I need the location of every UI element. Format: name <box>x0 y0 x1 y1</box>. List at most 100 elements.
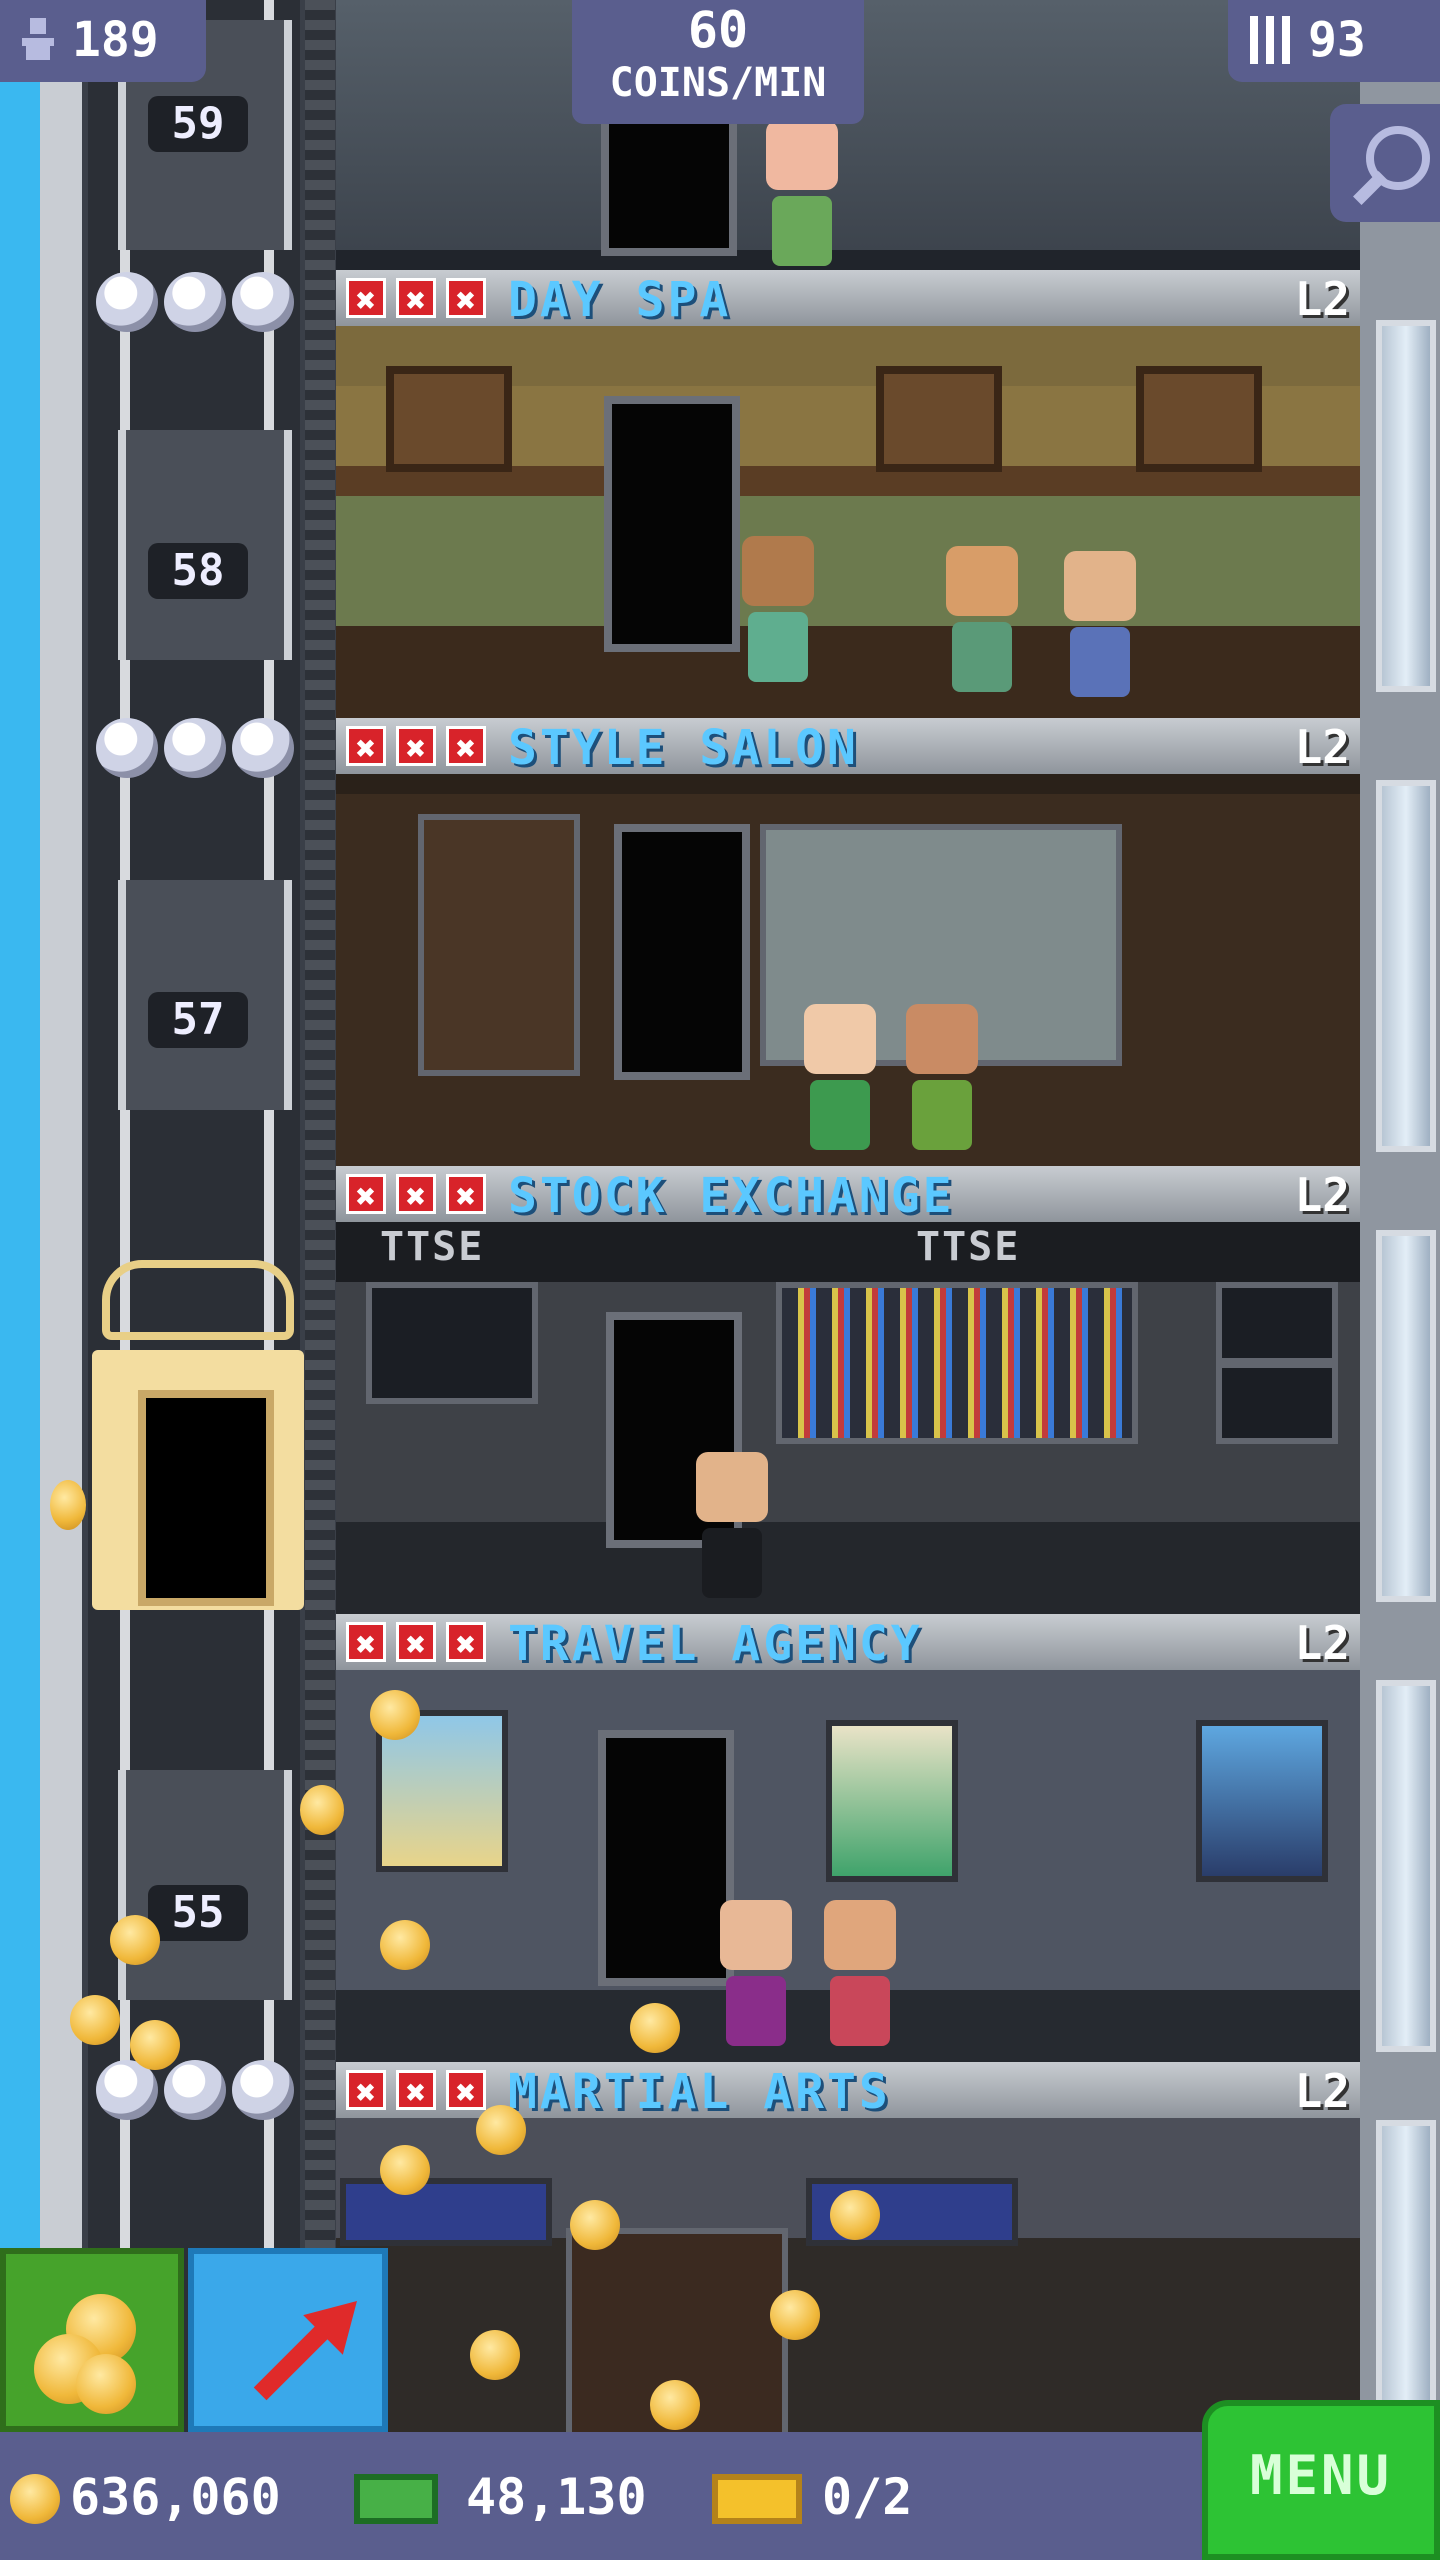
coin-icon <box>650 2380 700 2430</box>
coin-icon <box>130 2020 180 2070</box>
x-mark-icon: ✖ <box>446 2070 486 2113</box>
wall-picture <box>876 366 1002 472</box>
room-day-spa[interactable]: ✖ ✖ ✖ DAY SPA L2 <box>336 270 1360 720</box>
room-travel-agency[interactable]: ✖ ✖ ✖ TRAVEL AGENCY L2 <box>336 1614 1360 2064</box>
room-door <box>604 396 740 652</box>
room-door <box>601 110 737 256</box>
star-icon <box>232 272 294 332</box>
coins-per-min-label: COINS/MIN <box>609 60 827 106</box>
bux-balance: 48,130 <box>466 2468 647 2526</box>
coins-icon <box>76 2354 136 2414</box>
room-name: STYLE SALON <box>508 720 859 776</box>
x-mark-icon: ✖ <box>396 278 436 321</box>
x-mark-icon: ✖ <box>346 1622 386 1665</box>
floor-stars <box>96 2060 306 2120</box>
x-mark-icon: ✖ <box>446 1174 486 1217</box>
coin-icon <box>630 2003 680 2053</box>
ticker-screen <box>1216 1362 1338 1444</box>
star-icon <box>96 272 158 332</box>
bitizen[interactable] <box>696 1452 768 1602</box>
x-mark-icon: ✖ <box>446 278 486 321</box>
floor-stars <box>96 718 306 778</box>
floor-number: 57 <box>148 992 248 1048</box>
elevator-door <box>138 1390 274 1606</box>
star-icon <box>164 718 226 778</box>
x-mark-icon: ✖ <box>396 1174 436 1217</box>
coins-balance: 636,060 <box>70 2468 281 2526</box>
coin-icon <box>476 2105 526 2155</box>
room-interior: TTSE TTSE <box>336 1222 1360 1616</box>
x-mark-icon: ✖ <box>446 1622 486 1665</box>
tower-window <box>1376 320 1436 692</box>
floor-number: 58 <box>148 543 248 599</box>
room-header: ✖ ✖ ✖ STOCK EXCHANGE L2 <box>336 1166 1360 1224</box>
room-name: STOCK EXCHANGE <box>508 1168 955 1224</box>
exchange-sign: TTSE <box>916 1224 1021 1270</box>
bux-icon <box>354 2474 438 2524</box>
shelf <box>418 814 580 1076</box>
raffle-button[interactable] <box>188 2248 388 2432</box>
tower-window <box>1376 780 1436 1152</box>
dojo-banner <box>340 2178 552 2246</box>
room-stock-exchange[interactable]: ✖ ✖ ✖ STOCK EXCHANGE L2 TTSE TTSE <box>336 1166 1360 1616</box>
coin-icon <box>50 1480 86 1530</box>
star-icon <box>164 272 226 332</box>
travel-poster <box>1196 1720 1328 1882</box>
room-header: ✖ ✖ ✖ DAY SPA L2 <box>336 270 1360 328</box>
star-icon <box>96 718 158 778</box>
room-interior <box>336 1670 1360 2064</box>
sky <box>0 0 40 2560</box>
bitizen[interactable] <box>1064 551 1136 701</box>
elevator-car[interactable] <box>92 1260 304 1610</box>
coin-icon <box>10 2474 60 2524</box>
wall-picture <box>1136 366 1262 472</box>
room-level: L2 <box>1294 1616 1350 1670</box>
room-door <box>598 1730 734 1986</box>
bitizen[interactable] <box>766 120 838 270</box>
population-value: 189 <box>72 12 159 68</box>
room-name: DAY SPA <box>508 272 732 328</box>
floor-counter[interactable]: 93 <box>1228 0 1440 82</box>
bitizen[interactable] <box>720 1900 792 2050</box>
collect-coins-button[interactable] <box>0 2248 184 2432</box>
room-style-salon[interactable]: ✖ ✖ ✖ STYLE SALON L2 <box>336 718 1360 1168</box>
x-mark-icon: ✖ <box>396 1622 436 1665</box>
x-mark-icon: ✖ <box>346 278 386 321</box>
tower-window <box>1376 1680 1436 2052</box>
menu-button[interactable]: MENU <box>1202 2400 1440 2560</box>
star-icon <box>232 718 294 778</box>
travel-poster <box>826 1720 958 1882</box>
coin-icon <box>70 1995 120 2045</box>
zoom-button[interactable] <box>1330 104 1440 222</box>
bitizen[interactable] <box>906 1004 978 1154</box>
bitizen[interactable] <box>824 1900 896 2050</box>
bitizen[interactable] <box>804 1004 876 1154</box>
tower-edge <box>40 0 82 2560</box>
coin-icon <box>300 1785 344 1835</box>
ticker-screen <box>1216 1282 1338 1364</box>
x-mark-icon: ✖ <box>446 726 486 769</box>
coin-icon <box>110 1915 160 1965</box>
zoom-icon-handle <box>1353 171 1387 205</box>
room-interior <box>336 326 1360 720</box>
coin-icon <box>830 2190 880 2240</box>
room-level: L2 <box>1294 720 1350 774</box>
ticker-board <box>776 1282 1138 1444</box>
elevator-crown <box>102 1260 294 1340</box>
wall-picture <box>386 366 512 472</box>
population-icon <box>22 18 54 60</box>
bitizen[interactable] <box>742 536 814 686</box>
bitizen[interactable] <box>946 546 1018 696</box>
coin-icon <box>380 1920 430 1970</box>
x-mark-icon: ✖ <box>346 1174 386 1217</box>
room-level: L2 <box>1294 1168 1350 1222</box>
room-door <box>614 824 750 1080</box>
room-level: L2 <box>1294 2064 1350 2118</box>
room-header: ✖ ✖ ✖ STYLE SALON L2 <box>336 718 1360 776</box>
population-counter[interactable]: 189 <box>0 0 206 82</box>
room-name: MARTIAL ARTS <box>508 2064 891 2120</box>
x-mark-icon: ✖ <box>396 2070 436 2113</box>
floor-number: 55 <box>148 1885 248 1941</box>
coins-per-min-value: 60 <box>687 1 749 59</box>
x-mark-icon: ✖ <box>346 2070 386 2113</box>
